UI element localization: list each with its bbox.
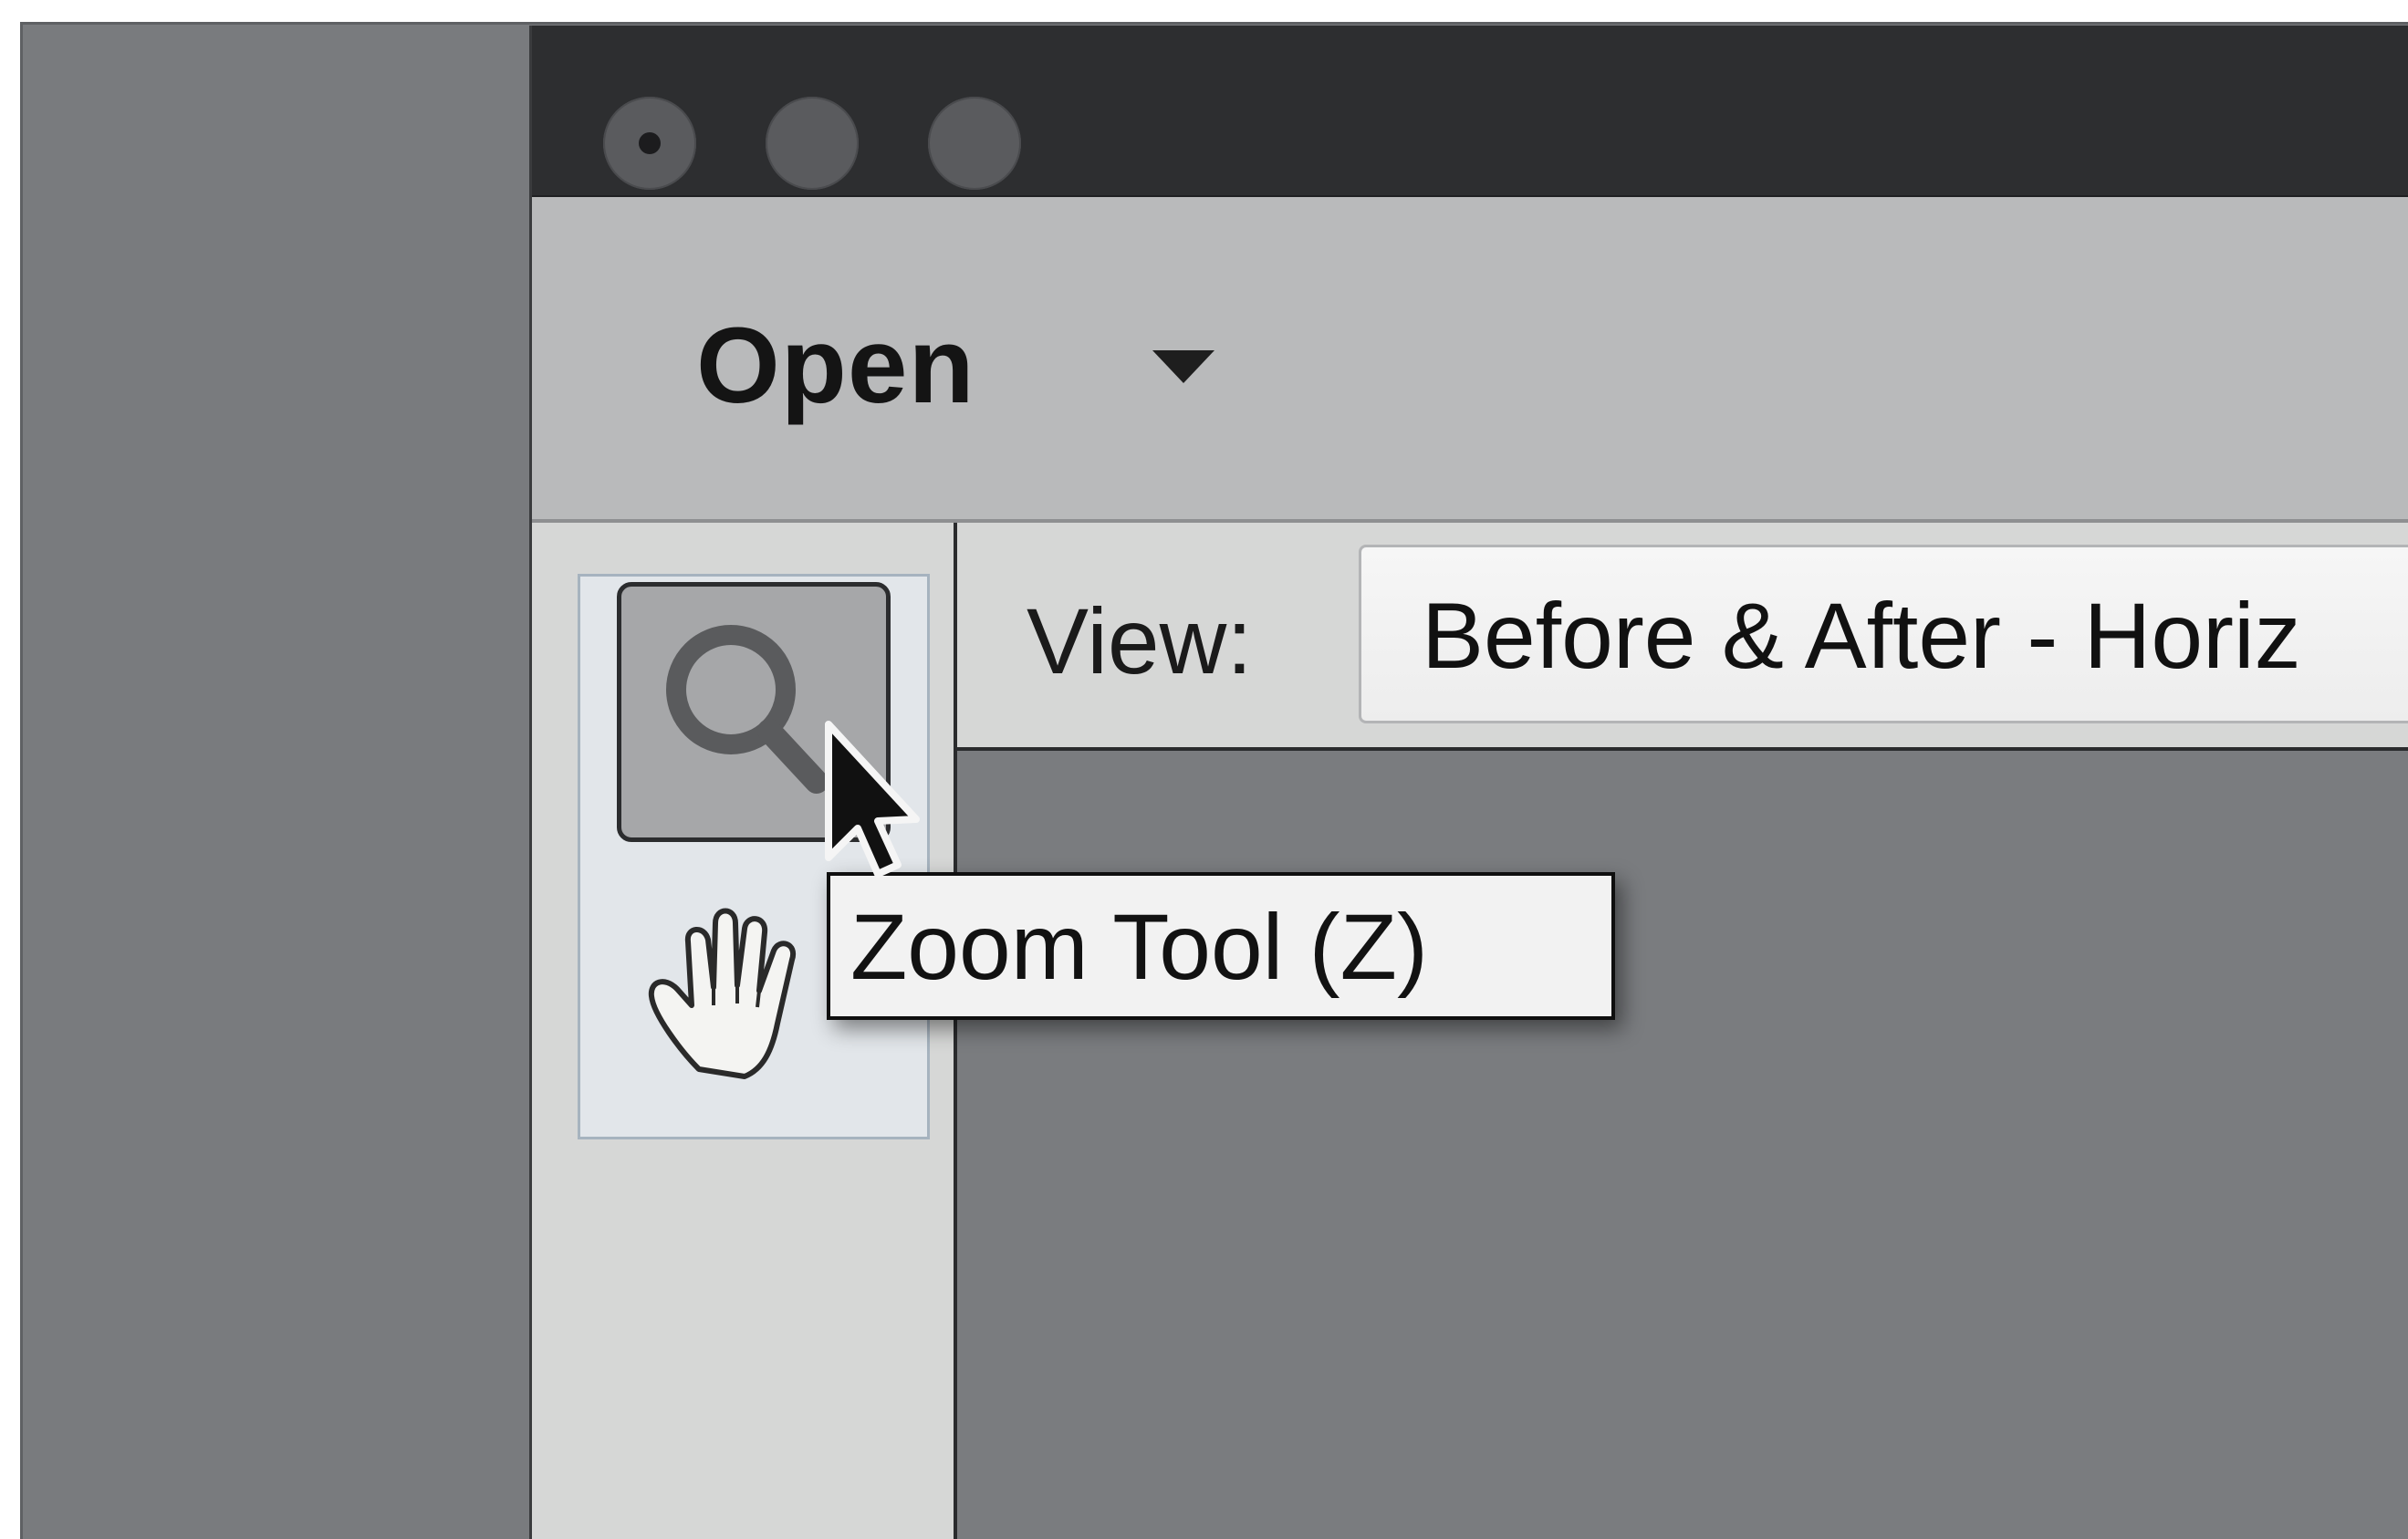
image-canvas[interactable] [957, 751, 2408, 1539]
caret-down-icon[interactable] [1152, 350, 1214, 383]
tooltip: Zoom Tool (Z) [827, 872, 1615, 1020]
close-dot-icon [639, 132, 661, 154]
hand-tool-button[interactable] [644, 887, 827, 1087]
view-mode-select[interactable]: Before & After - Horiz [1359, 545, 2408, 723]
open-button[interactable]: Open [696, 307, 975, 425]
window-minimize-button[interactable] [766, 97, 859, 190]
view-mode-value: Before & After - Horiz [1422, 584, 2301, 688]
view-bar: View: Before & After - Horiz [957, 523, 2408, 751]
view-label: View: [1027, 589, 1253, 693]
toolbar: Open [532, 197, 2408, 523]
title-bar [532, 26, 2408, 197]
tools-panel [532, 523, 957, 1539]
window-maximize-button[interactable] [928, 97, 1021, 190]
window-close-button[interactable] [603, 97, 696, 190]
mouse-pointer-icon [821, 721, 922, 885]
hand-icon [648, 908, 797, 1079]
app-window: Open View: Before & After - Horiz [529, 26, 2408, 1539]
tooltip-text: Zoom Tool (Z) [850, 895, 1428, 999]
